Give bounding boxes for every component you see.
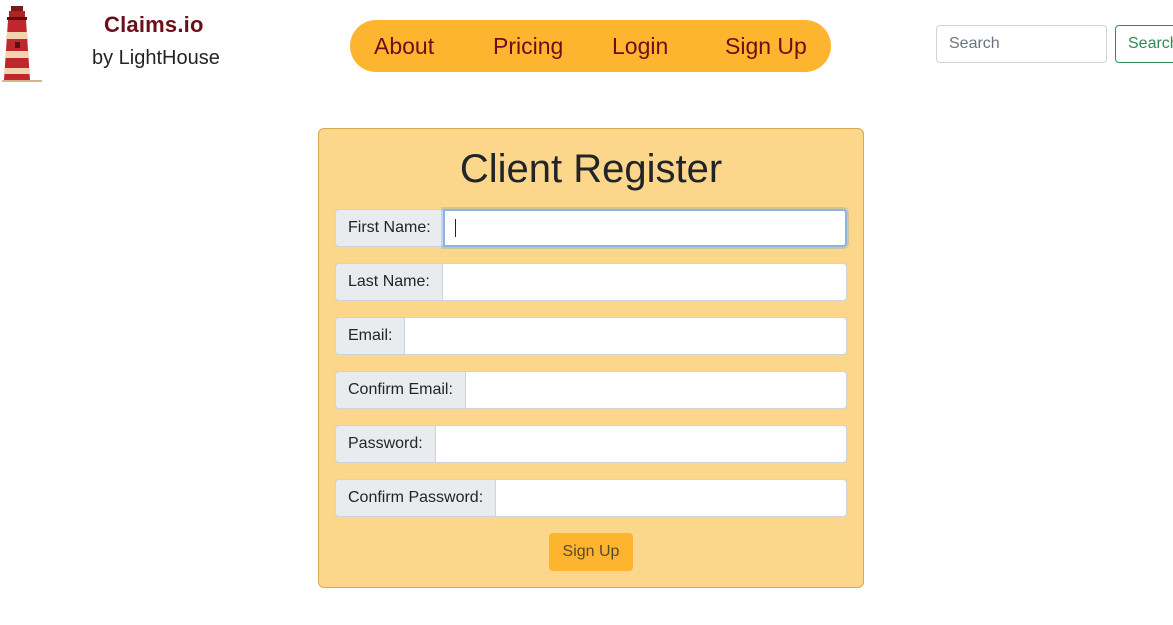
last-name-field: Last Name: <box>335 263 847 301</box>
confirm-email-input[interactable] <box>464 371 847 409</box>
confirm-email-field: Confirm Email: <box>335 371 847 409</box>
page: Claims.io by LightHouse About Pricing Lo… <box>0 0 1173 625</box>
first-name-field: First Name: <box>335 209 847 247</box>
register-card: Client Register First Name: Last Name: E… <box>318 128 864 588</box>
confirm-password-input[interactable] <box>495 479 847 517</box>
brand-title[interactable]: Claims.io <box>104 12 204 38</box>
email-label: Email: <box>335 317 405 355</box>
confirm-email-label: Confirm Email: <box>335 371 465 409</box>
text-caret <box>455 219 456 237</box>
nav-signup-link[interactable]: Sign Up <box>725 33 807 60</box>
nav-login-link[interactable]: Login <box>612 33 668 60</box>
main-nav: About Pricing Login Sign Up <box>350 20 831 72</box>
password-input[interactable] <box>434 425 847 463</box>
brand-subtitle: by LightHouse <box>92 47 220 69</box>
lighthouse-icon <box>2 6 42 82</box>
last-name-input[interactable] <box>441 263 847 301</box>
last-name-label: Last Name: <box>335 263 442 301</box>
first-name-input[interactable] <box>442 209 847 247</box>
confirm-password-label: Confirm Password: <box>335 479 496 517</box>
first-name-label: First Name: <box>335 209 443 247</box>
password-label: Password: <box>335 425 435 463</box>
password-field: Password: <box>335 425 847 463</box>
page-title: Client Register <box>459 147 723 191</box>
nav-pricing-link[interactable]: Pricing <box>493 33 563 60</box>
confirm-password-field: Confirm Password: <box>335 479 847 517</box>
signup-submit-button[interactable]: Sign Up <box>549 533 633 571</box>
email-field: Email: <box>335 317 847 355</box>
search-button[interactable]: Search <box>1115 25 1173 63</box>
email-input[interactable] <box>404 317 847 355</box>
search-input[interactable] <box>936 25 1107 63</box>
nav-about-link[interactable]: About <box>374 33 434 60</box>
